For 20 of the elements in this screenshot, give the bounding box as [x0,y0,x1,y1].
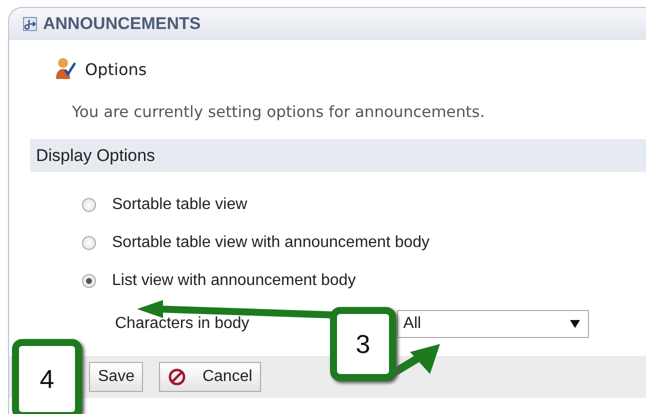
cancel-button[interactable]: Cancel [159,362,262,392]
user-check-icon [55,57,77,81]
panel-title: ANNOUNCEMENTS [43,14,201,34]
radio-label: Sortable table view with announcement body [112,234,430,252]
description-text: You are currently setting options for announcements. [71,102,486,121]
step-callout: 4 [12,339,82,414]
radio-button[interactable] [82,198,96,212]
radio-button[interactable] [82,274,96,288]
characters-label: Characters in body [115,315,250,333]
radio-button[interactable] [82,236,96,250]
radio-label: List view with announcement body [112,272,356,290]
save-button[interactable]: Save [89,362,144,392]
step-callout: 3 [330,307,396,381]
characters-dropdown[interactable]: All [397,310,590,338]
cancel-icon [168,368,186,386]
dropdown-caret-icon [570,320,580,328]
radio-label: Sortable table view [112,196,248,214]
panel-icon [23,17,37,31]
display-options-header: Display Options [30,139,646,172]
section-title: Options [85,60,147,78]
